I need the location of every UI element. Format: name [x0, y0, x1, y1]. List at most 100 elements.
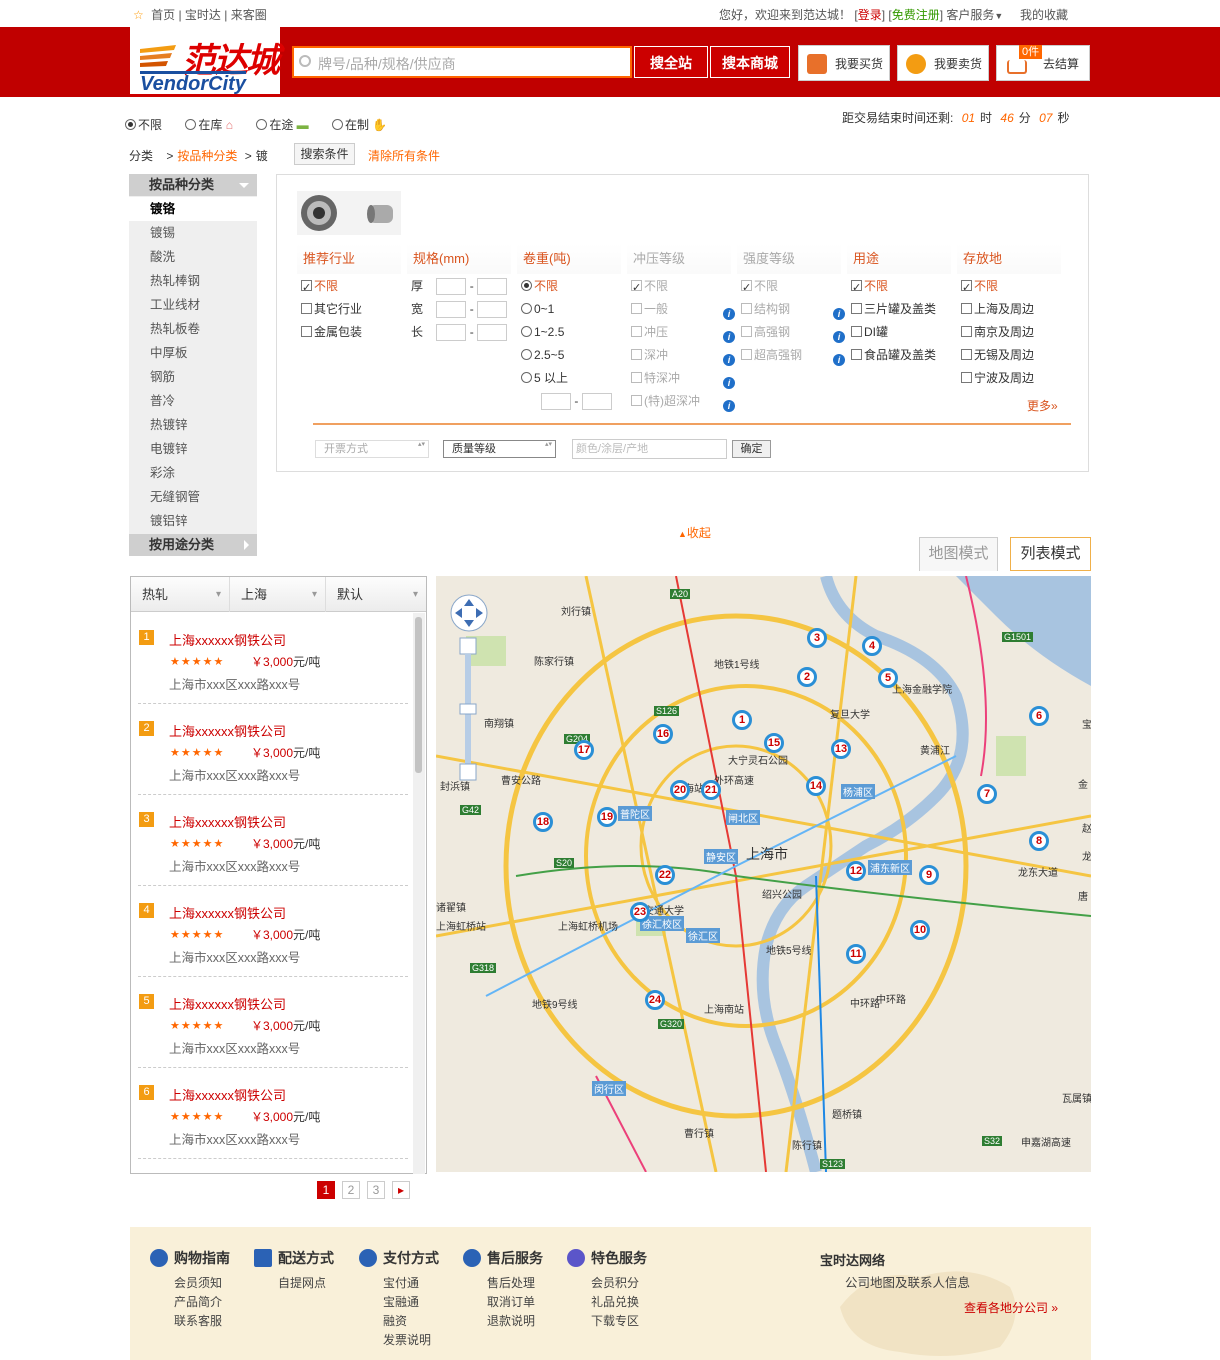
home-link[interactable]: 首页: [151, 8, 175, 22]
filter-option[interactable]: 不限: [957, 275, 1061, 300]
sidebar-item[interactable]: 镀铝锌: [129, 509, 257, 533]
filter-option[interactable]: 超高强钢 i: [737, 344, 845, 367]
filter-option[interactable]: 无锡及周边: [957, 344, 1061, 367]
clear-conditions-link[interactable]: 清除所有条件: [368, 147, 440, 164]
filter-option[interactable]: DI罐: [847, 321, 951, 344]
sidebar-item[interactable]: 无缝钢管: [129, 485, 257, 509]
width-min-input[interactable]: [436, 301, 467, 319]
map-marker-pin-icon[interactable]: 19: [597, 807, 617, 827]
next-page-button[interactable]: ▸: [392, 1181, 410, 1199]
favorites-link[interactable]: 我的收藏: [1020, 8, 1068, 22]
filter-option[interactable]: 不限: [297, 275, 401, 300]
map-marker-pin-icon[interactable]: 3: [807, 628, 827, 648]
footer-link[interactable]: 发票说明: [359, 1331, 439, 1350]
stock-instock[interactable]: 在库 ⌂: [185, 118, 233, 132]
filter-option[interactable]: 冲压 i: [627, 321, 735, 344]
info-icon[interactable]: i: [833, 331, 845, 343]
stock-any[interactable]: 不限: [125, 118, 162, 132]
sidebar-item[interactable]: 彩涂: [129, 461, 257, 485]
map-marker-pin-icon[interactable]: 20: [670, 780, 690, 800]
baoshida-link[interactable]: 宝时达: [185, 8, 221, 22]
sort-city[interactable]: 上海: [230, 577, 326, 612]
list-item[interactable]: 6 上海xxxxxx钢铁公司 ★★★★★ ￥3,000元/吨 上海市xxx区xx…: [138, 1068, 408, 1159]
sidebar-item[interactable]: 镀铬: [129, 197, 257, 221]
stock-making[interactable]: 在制 ✋: [332, 118, 387, 132]
supplier-name[interactable]: 上海xxxxxx钢铁公司: [169, 1085, 286, 1104]
coil-max-input[interactable]: [581, 393, 612, 411]
sidebar-item[interactable]: 普冷: [129, 389, 257, 413]
supplier-name[interactable]: 上海xxxxxx钢铁公司: [169, 812, 286, 831]
filter-option[interactable]: 上海及周边: [957, 298, 1061, 321]
map-marker-pin-icon[interactable]: 13: [831, 739, 851, 759]
filter-option[interactable]: 不限: [737, 275, 841, 300]
footer-link[interactable]: 售后处理: [463, 1274, 543, 1293]
filter-option[interactable]: 深冲 i: [627, 344, 735, 367]
sort-default[interactable]: 默认: [326, 577, 426, 612]
filter-option[interactable]: (特)超深冲 i: [627, 390, 735, 413]
footer-link[interactable]: 联系客服: [150, 1312, 230, 1331]
filter-option[interactable]: 0~1: [517, 298, 621, 321]
sidebar-item[interactable]: 钢筋: [129, 365, 257, 389]
sidebar-item[interactable]: 酸洗: [129, 245, 257, 269]
map-marker-pin-icon[interactable]: 14: [806, 776, 826, 796]
supplier-name[interactable]: 上海xxxxxx钢铁公司: [169, 994, 286, 1013]
filter-option[interactable]: 三片罐及盖类: [847, 298, 951, 321]
map-view[interactable]: 刘行镇 陈家行镇 南翔镇 封浜镇 诸翟镇 上海虹桥站 上海虹桥机场 普陀区 静安区 闸北区 上海市徐…: [436, 576, 1091, 1172]
map-marker-pin-icon[interactable]: 17: [574, 740, 594, 760]
sidebar-item[interactable]: 热镀锌: [129, 413, 257, 437]
register-link[interactable]: 免费注册: [892, 8, 940, 22]
footer-link[interactable]: 宝融通: [359, 1293, 439, 1312]
info-icon[interactable]: i: [833, 308, 845, 320]
filter-option[interactable]: 其它行业: [297, 298, 401, 321]
info-icon[interactable]: i: [723, 331, 735, 343]
footer-link[interactable]: 会员须知: [150, 1274, 230, 1293]
sidebar-item[interactable]: 热轧板卷: [129, 317, 257, 341]
coil-min-input[interactable]: [541, 393, 571, 411]
info-icon[interactable]: i: [833, 354, 845, 366]
filter-option[interactable]: 南京及周边: [957, 321, 1061, 344]
map-marker-pin-icon[interactable]: 18: [533, 812, 553, 832]
confirm-button[interactable]: 确定: [732, 440, 771, 458]
map-marker-pin-icon[interactable]: 23: [630, 902, 650, 922]
map-marker-pin-icon[interactable]: 5: [878, 668, 898, 688]
filter-option[interactable]: 不限: [847, 275, 951, 300]
laike-link[interactable]: 来客圈: [231, 8, 267, 22]
length-max-input[interactable]: [477, 324, 508, 342]
map-marker-pin-icon[interactable]: 22: [655, 865, 675, 885]
footer-link[interactable]: 下载专区: [567, 1312, 647, 1331]
width-max-input[interactable]: [477, 301, 508, 319]
page-2[interactable]: 2: [342, 1181, 360, 1199]
branches-link[interactable]: 查看各地分公司 »: [964, 1299, 1058, 1316]
info-icon[interactable]: i: [723, 308, 735, 320]
filter-option[interactable]: 高强钢 i: [737, 321, 845, 344]
sidebar-item[interactable]: 工业线材: [129, 293, 257, 317]
map-marker-pin-icon[interactable]: 16: [653, 724, 673, 744]
page-3[interactable]: 3: [367, 1181, 385, 1199]
supplier-name[interactable]: 上海xxxxxx钢铁公司: [169, 903, 286, 922]
map-marker-pin-icon[interactable]: 6: [1029, 706, 1049, 726]
sidebar-item[interactable]: 电镀锌: [129, 437, 257, 461]
search-input[interactable]: 牌号/品种/规格/供应商: [292, 46, 632, 78]
attribute-input[interactable]: 颜色/涂层/产地: [572, 439, 727, 459]
footer-link[interactable]: 会员积分: [567, 1274, 647, 1293]
quality-select[interactable]: 质量等级: [443, 440, 556, 458]
sidebar-item[interactable]: 热轧棒钢: [129, 269, 257, 293]
buy-button[interactable]: 我要买货: [798, 45, 890, 81]
filter-option[interactable]: 不限: [517, 275, 621, 298]
footer-link[interactable]: 宝付通: [359, 1274, 439, 1293]
map-marker-pin-icon[interactable]: 12: [846, 861, 866, 881]
breadcrumb-level1[interactable]: 按品种分类: [177, 149, 237, 163]
sidebar-item[interactable]: 镀锡: [129, 221, 257, 245]
footer-link[interactable]: 礼品兑换: [567, 1293, 647, 1312]
filter-option[interactable]: 一般 i: [627, 298, 735, 321]
footer-link[interactable]: 取消订单: [463, 1293, 543, 1312]
logo[interactable]: 范达城 VendorCity: [130, 27, 280, 97]
sidebar-item[interactable]: 中厚板: [129, 341, 257, 365]
more-link[interactable]: 更多»: [1027, 397, 1058, 414]
search-mall-button[interactable]: 搜本商城: [710, 46, 790, 78]
list-item[interactable]: 1 上海xxxxxx钢铁公司 ★★★★★ ￥3,000元/吨 上海市xxx区xx…: [138, 613, 408, 704]
map-marker-pin-icon[interactable]: 2: [797, 667, 817, 687]
collapse-link[interactable]: ▲收起: [678, 524, 711, 541]
footer-link[interactable]: 退款说明: [463, 1312, 543, 1331]
map-marker-pin-icon[interactable]: 9: [919, 865, 939, 885]
